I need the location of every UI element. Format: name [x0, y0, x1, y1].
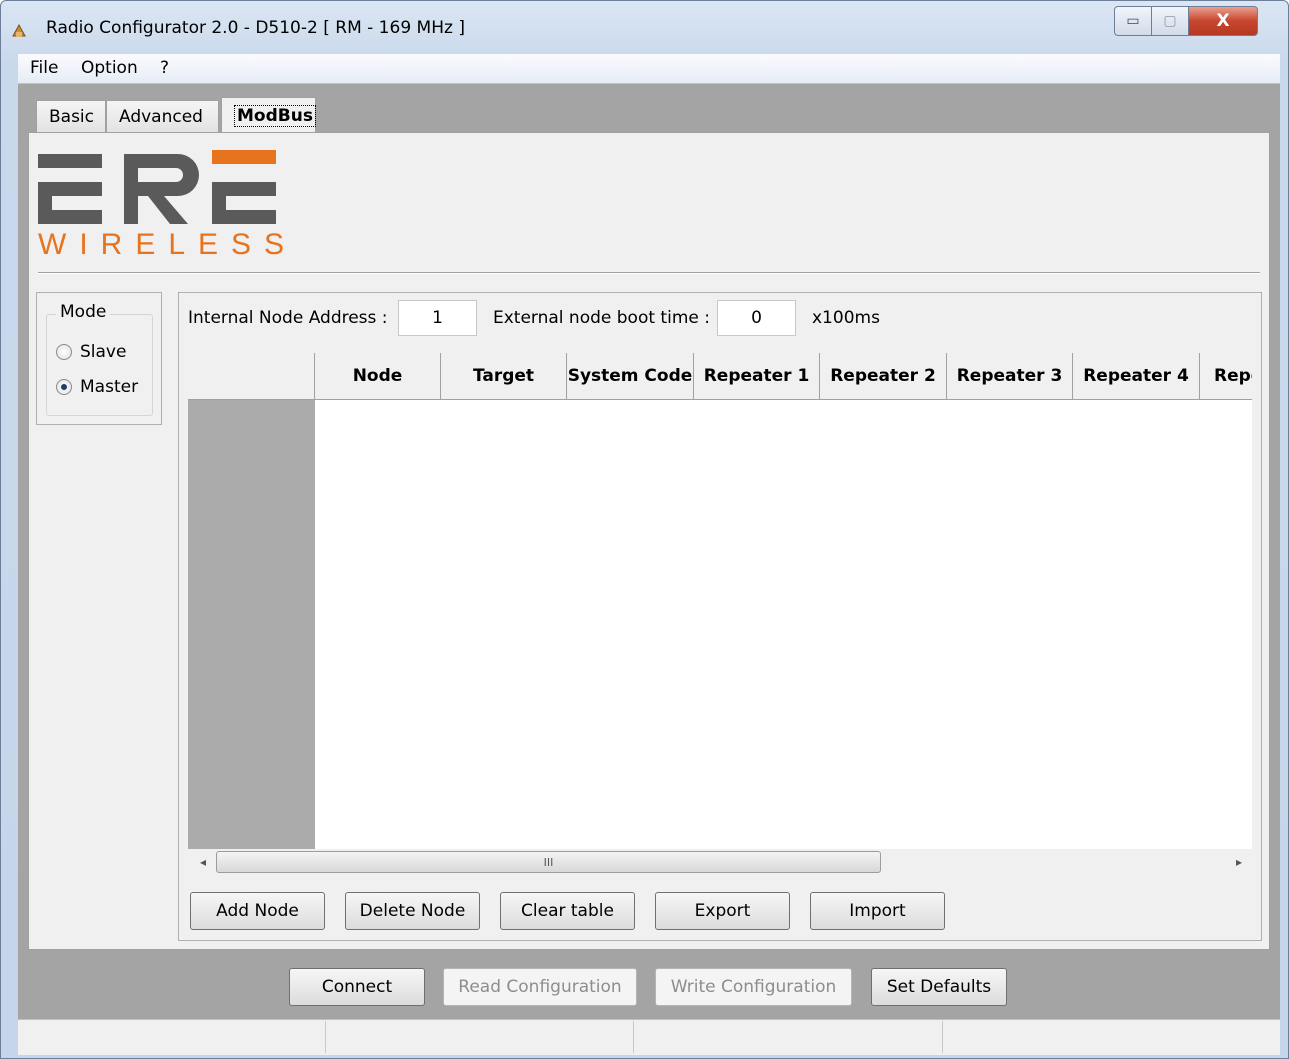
maximize-button[interactable]: ▢ — [1151, 6, 1189, 36]
master-label[interactable]: Master — [80, 377, 138, 397]
tab-modbus-label: ModBus — [234, 105, 316, 127]
read-configuration-button[interactable]: Read Configuration — [443, 968, 637, 1006]
export-button[interactable]: Export — [655, 892, 790, 930]
minimize-icon: ▭ — [1126, 13, 1140, 29]
internal-node-label: Internal Node Address : — [188, 308, 388, 328]
clear-table-button[interactable]: Clear table — [500, 892, 635, 930]
column-header-node[interactable]: Node — [315, 353, 441, 400]
column-header-repeater-5[interactable]: Repeater 5 — [1200, 353, 1252, 400]
column-header-repeater-1[interactable]: Repeater 1 — [694, 353, 820, 400]
tab-modbus[interactable]: ModBus — [221, 97, 316, 134]
column-header-repeater-3[interactable]: Repeater 3 — [947, 353, 1073, 400]
add-node-button[interactable]: Add Node — [190, 892, 325, 930]
app-icon — [12, 23, 26, 37]
menu-file[interactable]: File — [30, 58, 58, 78]
connect-button[interactable]: Connect — [289, 968, 425, 1006]
scroll-right-arrow-icon[interactable]: ▸ — [1228, 852, 1250, 872]
ere-wireless-logo: WIRELESS — [38, 150, 297, 261]
mode-groupbox — [46, 314, 153, 416]
status-separator — [325, 1021, 326, 1053]
column-header-repeater-2[interactable]: Repeater 2 — [820, 353, 947, 400]
column-header-system-code[interactable]: System Code — [567, 353, 694, 400]
status-separator — [942, 1021, 943, 1053]
mode-legend: Mode — [56, 302, 111, 322]
window-title: Radio Configurator 2.0 - D510-2 [ RM - 1… — [46, 18, 465, 38]
menu-help[interactable]: ? — [160, 58, 169, 78]
close-icon: X — [1216, 11, 1230, 31]
scrollbar-thumb[interactable]: III — [216, 851, 881, 873]
master-radio[interactable] — [56, 379, 72, 395]
boot-time-input[interactable]: 0 — [717, 300, 796, 336]
logo-subtitle: WIRELESS — [38, 228, 297, 261]
tab-basic-label: Basic — [49, 107, 95, 127]
delete-node-button[interactable]: Delete Node — [345, 892, 480, 930]
tab-advanced[interactable]: Advanced — [106, 100, 219, 133]
write-configuration-button[interactable]: Write Configuration — [655, 968, 852, 1006]
column-header-target[interactable]: Target — [441, 353, 567, 400]
scroll-left-arrow-icon[interactable]: ◂ — [192, 852, 214, 872]
boot-time-unit: x100ms — [812, 308, 880, 328]
boot-time-label: External node boot time : — [493, 308, 710, 328]
tab-basic[interactable]: Basic — [36, 100, 106, 133]
slave-label[interactable]: Slave — [80, 342, 126, 362]
slave-radio-icon — [56, 344, 72, 360]
internal-node-input[interactable]: 1 — [398, 300, 477, 336]
tab-advanced-label: Advanced — [119, 107, 203, 127]
node-table-body[interactable] — [315, 400, 1252, 849]
import-button[interactable]: Import — [810, 892, 945, 930]
table-corner-header — [188, 353, 315, 400]
close-button[interactable]: X — [1188, 6, 1258, 36]
menu-bar — [18, 54, 1280, 84]
status-separator — [633, 1021, 634, 1053]
column-header-repeater-4[interactable]: Repeater 4 — [1073, 353, 1200, 400]
logo-divider — [38, 272, 1260, 274]
menu-option[interactable]: Option — [81, 58, 138, 78]
slave-radio[interactable] — [56, 344, 72, 360]
maximize-icon: ▢ — [1163, 13, 1177, 29]
minimize-button[interactable]: ▭ — [1114, 6, 1152, 36]
scrollbar-grip-icon: III — [543, 855, 554, 869]
set-defaults-button[interactable]: Set Defaults — [871, 968, 1007, 1006]
master-radio-icon — [56, 379, 72, 395]
status-bar — [18, 1019, 1280, 1055]
